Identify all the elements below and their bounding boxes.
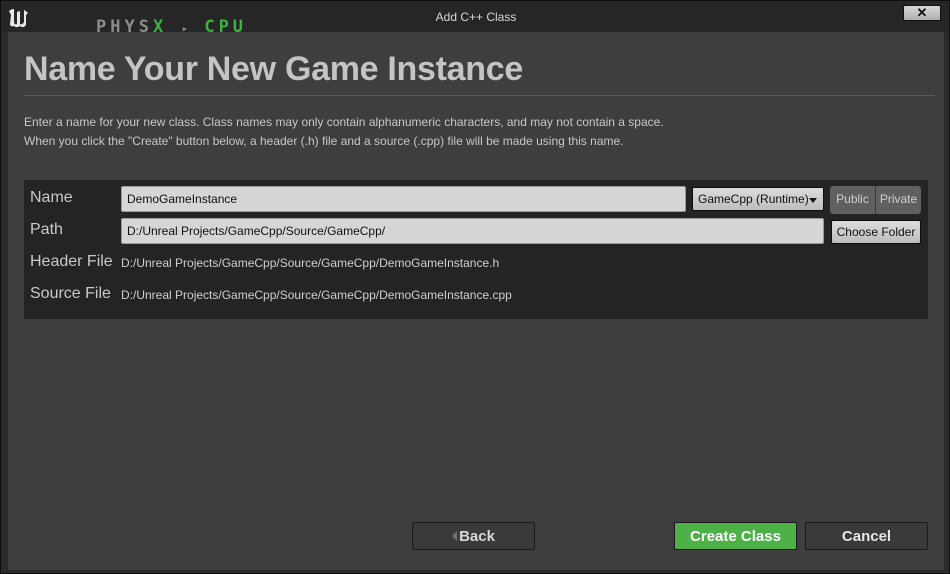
source-file-label: Source File xyxy=(30,285,111,302)
module-select[interactable]: GameCpp (Runtime) xyxy=(692,187,824,211)
close-button[interactable]: ✕ xyxy=(903,5,941,21)
description-line-1: Enter a name for your new class. Class n… xyxy=(24,115,664,129)
back-label: Back xyxy=(459,528,495,545)
header-file-path: D:/Unreal Projects/GameCpp/Source/GameCp… xyxy=(121,256,500,270)
description-line-2: When you click the "Create" button below… xyxy=(24,134,624,148)
visibility-toggle: Public Private xyxy=(830,186,921,214)
chevron-left-icon xyxy=(452,531,458,541)
choose-folder-button[interactable]: Choose Folder xyxy=(831,220,921,244)
add-class-window: PHYSX ▸ CPU Add C++ Class ✕ Name Your Ne… xyxy=(0,0,950,574)
cancel-button[interactable]: Cancel xyxy=(805,522,928,550)
public-toggle[interactable]: Public xyxy=(830,186,875,214)
class-details-panel: Name DemoGameInstance GameCpp (Runtime) … xyxy=(24,180,928,319)
close-icon: ✕ xyxy=(916,5,928,20)
back-button[interactable]: Back xyxy=(412,522,535,550)
create-class-button[interactable]: Create Class xyxy=(674,522,797,550)
path-label: Path xyxy=(30,221,63,238)
dialog-content: Name Your New Game Instance Enter a name… xyxy=(8,32,944,570)
class-name-input[interactable]: DemoGameInstance xyxy=(121,186,686,212)
divider xyxy=(24,95,935,96)
page-title: Name Your New Game Instance xyxy=(24,50,523,88)
module-select-value: GameCpp (Runtime) xyxy=(698,192,809,206)
chevron-down-icon xyxy=(809,198,817,203)
private-toggle[interactable]: Private xyxy=(876,186,921,214)
path-input[interactable]: D:/Unreal Projects/GameCpp/Source/GameCp… xyxy=(121,218,824,244)
source-file-path: D:/Unreal Projects/GameCpp/Source/GameCp… xyxy=(121,288,512,302)
header-file-label: Header File xyxy=(30,253,113,270)
title-bar[interactable]: PHYSX ▸ CPU Add C++ Class ✕ xyxy=(1,1,949,37)
window-title: Add C++ Class xyxy=(435,10,517,24)
name-label: Name xyxy=(30,189,73,206)
